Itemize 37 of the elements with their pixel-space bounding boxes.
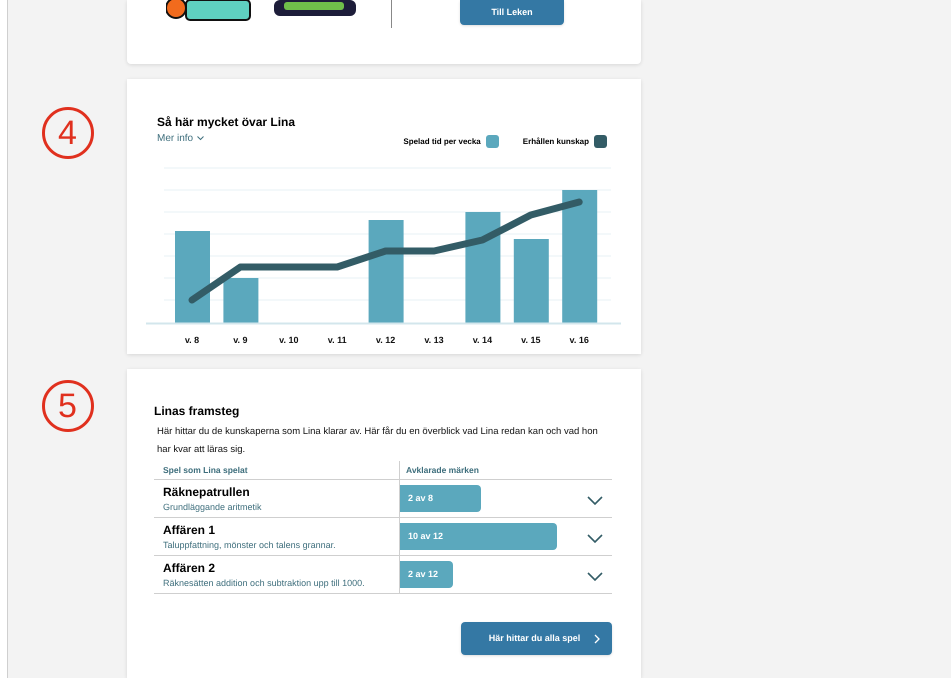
all-games-button[interactable]: Här hittar du alla spel bbox=[461, 622, 612, 655]
card-title: Linas framsteg bbox=[154, 403, 240, 420]
chevron-down-icon[interactable] bbox=[587, 496, 603, 505]
progress-bar: 2 av 12 bbox=[400, 561, 453, 588]
week-label: v. 12 bbox=[376, 335, 396, 345]
game-name: Affären 1 bbox=[163, 522, 216, 538]
week-label: v. 16 bbox=[570, 335, 589, 345]
week-label: v. 9 bbox=[233, 335, 248, 345]
legend-label: Erhållen kunskap bbox=[522, 136, 589, 148]
game-logo-icon bbox=[166, 0, 252, 24]
week-label: v. 14 bbox=[472, 335, 492, 345]
more-info-toggle[interactable]: Mer info bbox=[157, 131, 204, 146]
week-label: v. 10 bbox=[279, 335, 298, 345]
intro-paragraph: Här hittar du de kunskaperna som Lina klarar av. Här får du en överblick vad Lina redan kan och vad hon har kvar att läras sig. bbox=[156, 425, 599, 457]
play-button[interactable]: Till Leken bbox=[460, 0, 564, 25]
progress-bar: 2 av 8 bbox=[400, 485, 481, 512]
column-header: Spel som Lina spelat bbox=[163, 464, 248, 476]
card-title: Så här mycket övar Lina bbox=[157, 114, 296, 131]
column-header: Avklarade märken bbox=[406, 464, 479, 476]
chevron-down-icon[interactable] bbox=[587, 534, 603, 543]
week-label: v. 15 bbox=[521, 335, 540, 345]
progress-bar: 10 av 12 bbox=[400, 523, 557, 550]
step-number: 5 bbox=[42, 380, 94, 432]
chart-bar bbox=[223, 278, 258, 323]
game-topic: Grundläggande aritmetik bbox=[163, 500, 263, 514]
chevron-right-icon bbox=[594, 634, 600, 644]
legend-label: Spelad tid per vecka bbox=[403, 136, 481, 148]
step-number: 4 bbox=[42, 107, 94, 159]
week-label: v. 8 bbox=[184, 335, 200, 345]
game-name: Räknepatrullen bbox=[163, 484, 251, 500]
game-topic: Räknesätten addition och subtraktion upp till 1000. bbox=[163, 576, 366, 590]
chevron-down-icon[interactable] bbox=[587, 572, 603, 581]
game-topic: Taluppfattning, mönster och talens grannar. bbox=[163, 538, 337, 552]
week-label: v. 13 bbox=[424, 335, 444, 345]
week-label: v. 11 bbox=[328, 335, 347, 345]
chevron-down-icon bbox=[197, 136, 204, 141]
game-name: Affären 2 bbox=[163, 560, 216, 576]
